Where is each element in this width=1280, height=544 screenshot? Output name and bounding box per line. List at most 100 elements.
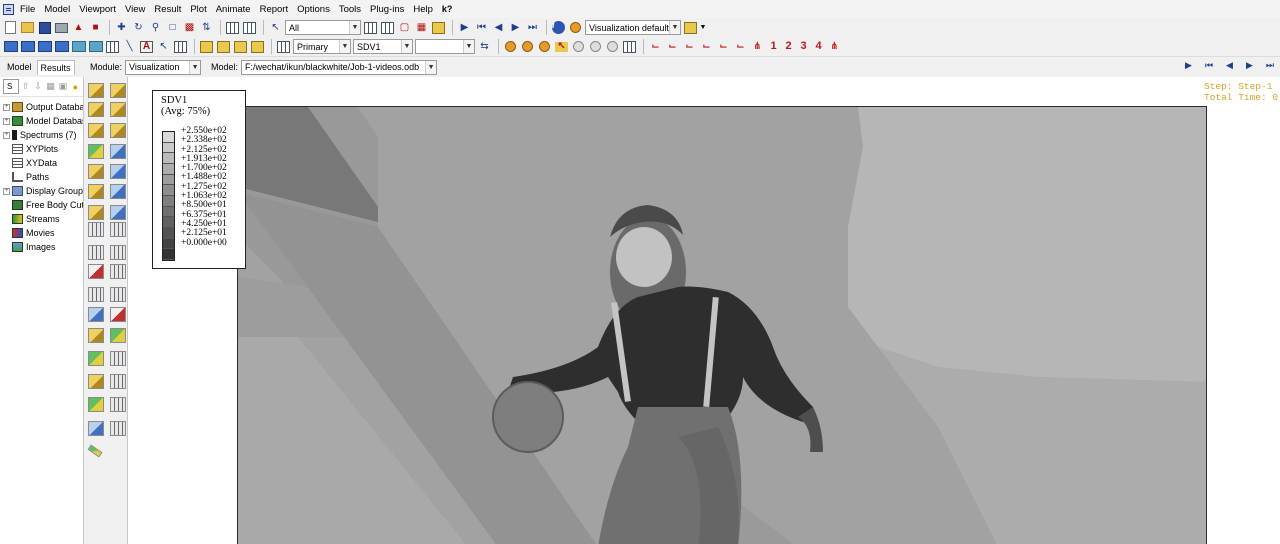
last-frame-nav-button[interactable]: ⏭ <box>1266 60 1274 71</box>
path-tool[interactable] <box>88 307 104 322</box>
pan-button[interactable]: ✚ <box>114 20 129 35</box>
view-1-button[interactable]: 1 <box>767 39 780 54</box>
selection-filter-select[interactable]: All ▼ <box>285 20 361 35</box>
move-up-icon[interactable]: ⇧ <box>21 81 30 92</box>
new-file-button[interactable] <box>3 20 18 35</box>
measure-button[interactable] <box>242 20 257 35</box>
view-top-button[interactable]: ⌙ <box>682 39 697 54</box>
view-2-button[interactable]: 2 <box>782 39 795 54</box>
plot-contours-deformed-tool[interactable] <box>110 102 126 117</box>
menu-help[interactable]: Help <box>413 4 433 15</box>
select-list-button[interactable] <box>363 20 378 35</box>
tab-results[interactable]: Results <box>36 59 75 75</box>
whats-this-button[interactable]: k? <box>442 4 453 14</box>
pencil-annotation-tool[interactable] <box>87 444 103 458</box>
erase-button[interactable]: ▦ <box>414 20 429 35</box>
animate-scale-factor-tool[interactable] <box>88 205 104 220</box>
view-back-button[interactable]: ⌙ <box>665 39 680 54</box>
visualization-defaults-button[interactable] <box>568 20 583 35</box>
stream-tool[interactable] <box>110 307 126 322</box>
color-code-options-tool[interactable] <box>110 397 126 412</box>
plot-material-orientations-tool[interactable] <box>110 123 126 138</box>
field-refresh-button[interactable]: ⇆ <box>477 39 492 54</box>
view-3-button[interactable]: 3 <box>797 39 810 54</box>
collapse-icon[interactable]: ▣ <box>58 81 68 92</box>
annotation-options-button[interactable] <box>173 39 188 54</box>
save-button[interactable] <box>37 20 52 35</box>
plot-symbols-tool[interactable] <box>88 123 104 138</box>
activate-view-cut-tool[interactable] <box>110 245 126 260</box>
expand-icon[interactable]: + <box>3 131 10 139</box>
animate-time-history-tool[interactable] <box>110 205 126 220</box>
create-display-group-tool[interactable] <box>88 351 104 366</box>
probe-values-tool[interactable] <box>110 374 126 389</box>
query-information-tool[interactable] <box>88 374 104 389</box>
play-animation-button[interactable]: ▶ <box>1185 60 1192 71</box>
tab-model[interactable]: Model <box>4 60 35 75</box>
info-button[interactable]: i <box>551 20 566 35</box>
model-select[interactable]: F:/wechat/ikun/blackwhite/Job-1-videos.o… <box>241 59 438 75</box>
box-select-button[interactable]: ▢ <box>397 20 412 35</box>
tree-item[interactable]: + Model Databases <box>0 114 83 128</box>
view-options-button[interactable] <box>605 39 620 54</box>
redo-view-button[interactable] <box>588 39 603 54</box>
undo-view-button[interactable] <box>571 39 586 54</box>
create-field-output-tool[interactable] <box>88 287 104 302</box>
contour-legend[interactable]: SDV1 (Avg: 75%) +2.550e+02 +2.338e+02 +2.1… <box>152 90 246 269</box>
tree-item[interactable]: Streams <box>0 212 83 226</box>
line-button[interactable]: ╲ <box>122 39 137 54</box>
model-contour-plot[interactable] <box>237 106 1207 544</box>
view-defaults-select[interactable]: Visualization defaults ▼ <box>585 20 681 35</box>
menu-result[interactable]: Result <box>154 4 181 15</box>
tip-icon[interactable]: ● <box>71 81 80 92</box>
tree-item[interactable]: Images <box>0 240 83 254</box>
expand-icon[interactable]: + <box>3 117 10 125</box>
cycle-views-button[interactable]: ⇅ <box>199 20 214 35</box>
arrow-annotation-button[interactable]: ↖ <box>156 39 171 54</box>
tree-filter-select[interactable]: S <box>3 79 19 94</box>
select-in-button[interactable] <box>380 20 395 35</box>
menu-tools[interactable]: Tools <box>339 4 361 15</box>
symbol-options-tool[interactable] <box>88 184 104 199</box>
plot-deformed-tool[interactable] <box>110 83 126 98</box>
menu-plugins[interactable]: Plug-ins <box>370 4 404 15</box>
render-button[interactable] <box>225 20 240 35</box>
display-options-button[interactable] <box>431 20 446 35</box>
tree-item[interactable]: XYData <box>0 156 83 170</box>
wireframe-button[interactable] <box>20 39 35 54</box>
expand-icon[interactable]: + <box>3 103 10 111</box>
allow-multiple-plot-states-tool[interactable] <box>88 144 104 159</box>
display-group-manager-tool[interactable] <box>110 351 126 366</box>
first-frame-nav-button[interactable]: ⏮ <box>1205 60 1213 71</box>
field-variable-select[interactable]: SDV1 ▼ <box>353 39 413 54</box>
print-button[interactable] <box>54 20 69 35</box>
tree-item[interactable]: Free Body Cuts <box>0 198 83 212</box>
probe-button[interactable]: ↖ <box>554 39 569 54</box>
tree-item[interactable]: + Spectrums (7) <box>0 128 83 142</box>
field-component-select[interactable]: ▼ <box>415 39 475 54</box>
previous-frame-button[interactable]: ◀ <box>491 20 506 35</box>
module-select[interactable]: Visualization ▼ <box>125 59 202 75</box>
previous-frame-nav-button[interactable]: ◀ <box>1226 60 1233 71</box>
plot-contours-button[interactable] <box>233 39 248 54</box>
next-frame-nav-button[interactable]: ▶ <box>1246 60 1253 71</box>
shaded-button[interactable] <box>54 39 69 54</box>
auto-fit-button[interactable]: ▩ <box>182 20 197 35</box>
magnify-button[interactable]: ⚲ <box>148 20 163 35</box>
view-bottom-button[interactable]: ⌙ <box>699 39 714 54</box>
select-button[interactable]: ↖ <box>268 20 283 35</box>
menu-options[interactable]: Options <box>297 4 330 15</box>
filter-icon[interactable]: ▦ <box>46 81 55 92</box>
field-output-button[interactable] <box>276 39 291 54</box>
view-iso-button[interactable]: ⋔ <box>750 39 765 54</box>
expand-icon[interactable]: + <box>3 187 10 195</box>
tree-item[interactable]: XYPlots <box>0 142 83 156</box>
field-category-select[interactable]: Primary ▼ <box>293 39 351 54</box>
viewport-layout-button[interactable] <box>622 39 637 54</box>
contour-options-tool[interactable] <box>110 164 126 179</box>
last-frame-button[interactable]: ⏭ <box>525 20 540 35</box>
tree-item[interactable]: Movies <box>0 226 83 240</box>
plot-deformed-button[interactable] <box>216 39 231 54</box>
menu-plot[interactable]: Plot <box>190 4 206 15</box>
hidden-line-button[interactable] <box>37 39 52 54</box>
